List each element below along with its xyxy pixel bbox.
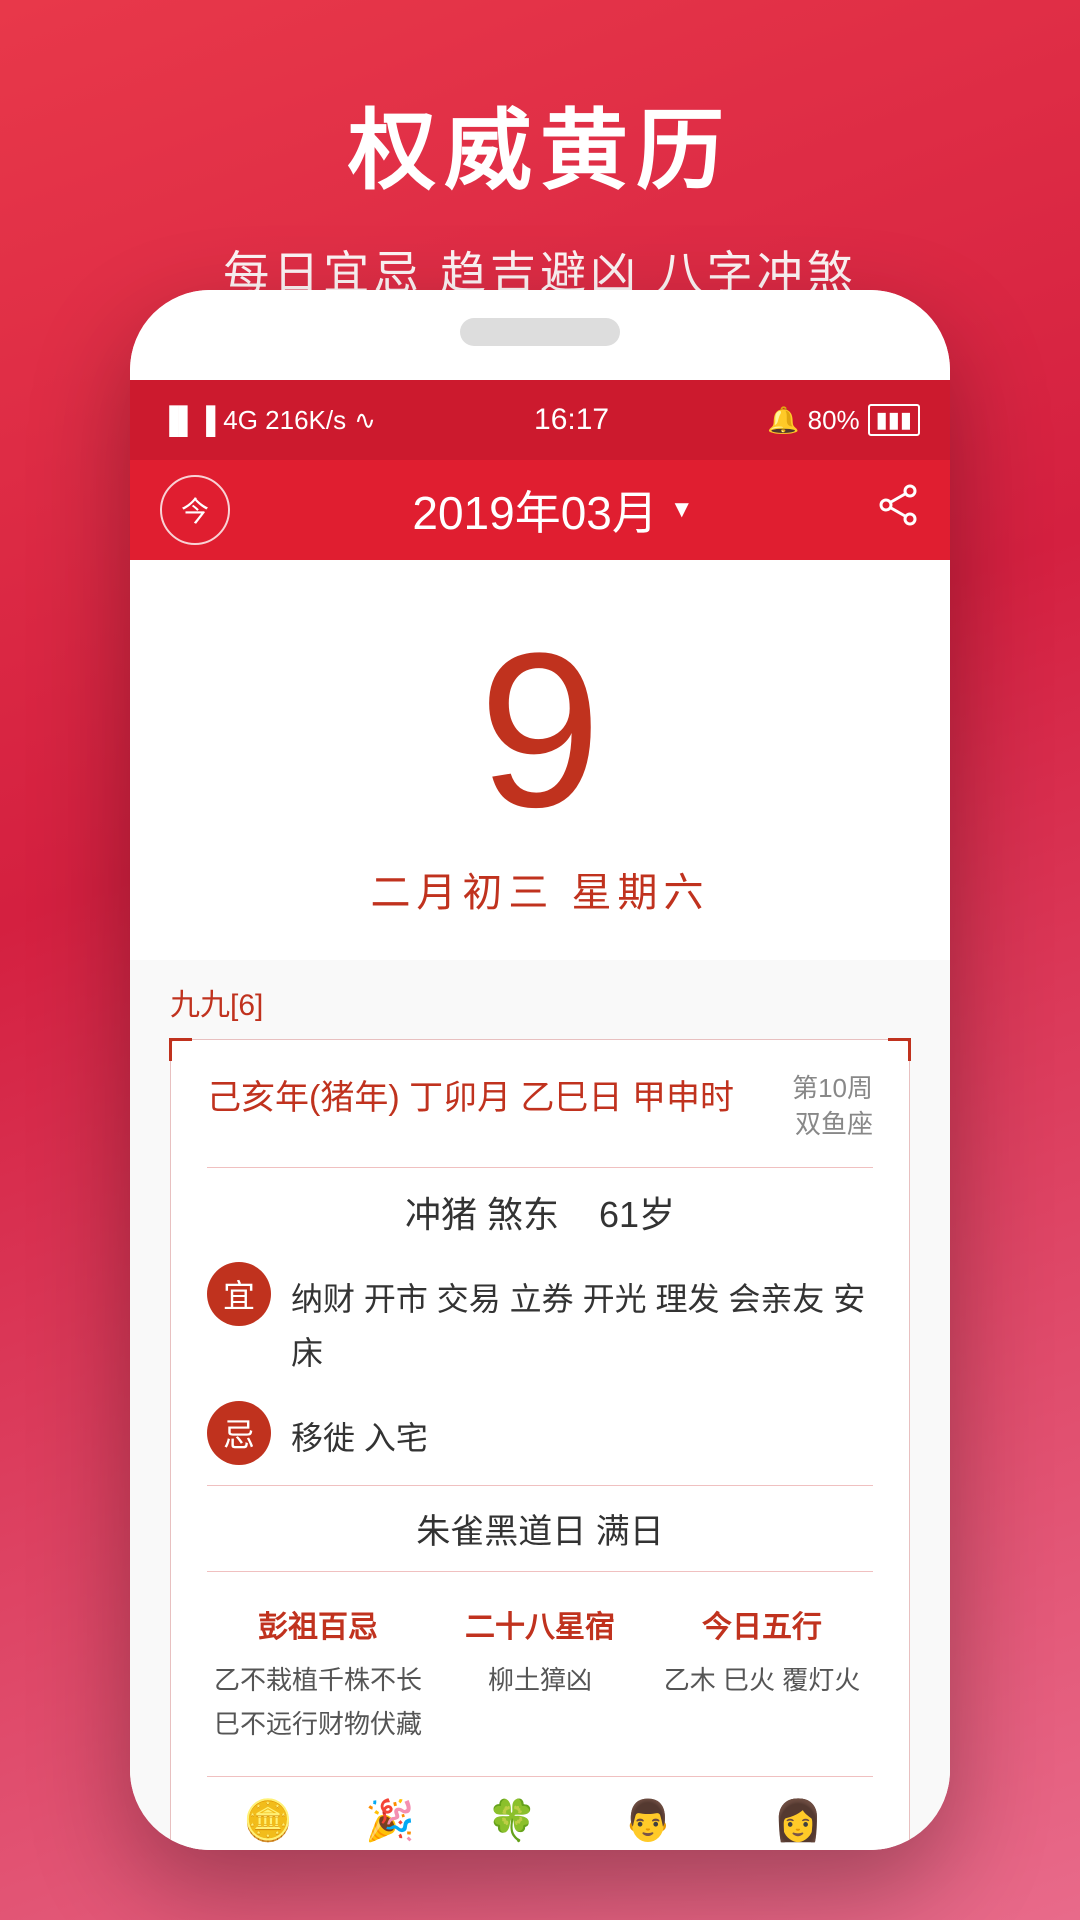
today-button[interactable]: 今 [160,475,230,545]
cai-shen-icon: 🪙 [240,1797,296,1844]
calendar-content: 9 二月初三 星期六 [130,560,950,960]
jiu-jiu-label: 九九[6] [170,980,910,1024]
cai-shen-item: 🪙 财神 [240,1797,296,1850]
divider-2 [207,1485,873,1486]
fu-shen-icon: 🍀 [484,1797,540,1844]
app-header: 权威黄历 每日宜忌 趋吉避凶 八字冲煞 [0,0,1080,303]
peng-zu-line2: 巳不远行财物伏藏 [207,1702,429,1746]
divider-3 [207,1571,873,1572]
yi-content: 纳财 开市 交易 立券 开光 理发 会亲友 安床 [291,1262,873,1381]
lunar-date: 二月初三 星期六 [370,860,709,918]
peng-zu-section: 彭祖百忌 乙不栽植千株不长 巳不远行财物伏藏 [207,1592,429,1756]
twenty-eight-stars-title: 二十八星宿 [429,1602,651,1646]
share-icon [876,483,920,527]
battery-percent: 80% [808,405,860,436]
status-bar: ▐▌▐ 4G 216K/s ∿ 16:17 🔔 80% ▮▮▮ [130,380,950,460]
nv-gui-ren-icon: 👩 [756,1797,840,1844]
wu-xing-section: 今日五行 乙木 巳火 覆灯火 [651,1592,873,1756]
peng-zu-title: 彭祖百忌 [207,1602,429,1646]
today-label: 今 [181,490,209,530]
nv-gui-ren-item: 👩 女贵人 [756,1797,840,1850]
xi-shen-icon: 🎉 [362,1797,418,1844]
xi-shen-item: 🎉 喜神 [362,1797,418,1850]
month-selector[interactable]: 2019年03月 ▼ [412,477,693,543]
ji-content: 移徙 入宅 [291,1401,428,1465]
divider-1 [207,1167,873,1168]
nav-bar: 今 2019年03月 ▼ [130,460,950,560]
special-day: 朱雀黑道日 满日 [207,1504,873,1553]
nan-gui-ren-label: 男贵人 [606,1844,690,1850]
nan-gui-ren-item: 👨 男贵人 [606,1797,690,1850]
nan-gui-ren-icon: 👨 [606,1797,690,1844]
signal-speed: 4G 216K/s [223,405,346,436]
twenty-eight-stars-content: 柳土獐凶 [429,1658,651,1702]
bottom-icons-row: 🪙 财神 🎉 喜神 🍀 福神 👨 男贵人 👩 女贵人 [207,1776,873,1850]
wifi-icon: ∿ [354,405,376,436]
cai-shen-label: 财神 [240,1844,296,1850]
ganzhi-row: 己亥年(猪年) 丁卯月 乙巳日 甲申时 第10周 双鱼座 [207,1070,873,1143]
bottom-info-grid: 彭祖百忌 乙不栽植千株不长 巳不远行财物伏藏 二十八星宿 柳土獐凶 今日五行 乙… [207,1592,873,1756]
detail-section: 九九[6] 己亥年(猪年) 丁卯月 乙巳日 甲申时 第10周 双鱼座 冲猪 煞东… [130,960,950,1850]
zodiac-info: 第10周 双鱼座 [792,1070,873,1143]
zodiac-week: 第10周 [792,1070,873,1106]
phone-frame: ▐▌▐ 4G 216K/s ∿ 16:17 🔔 80% ▮▮▮ 今 2019年0… [130,290,950,1850]
status-time: 16:17 [534,403,609,437]
peng-zu-line1: 乙不栽植千株不长 [207,1658,429,1702]
ji-row: 忌 移徙 入宅 [207,1401,873,1465]
month-title-text: 2019年03月 [412,477,658,543]
battery-icon: ▮▮▮ [868,404,920,436]
age-text: 61岁 [599,1194,675,1235]
day-number: 9 [479,620,601,840]
ji-badge: 忌 [207,1401,271,1465]
signal-icon: ▐▌▐ [160,405,215,436]
xi-shen-label: 喜神 [362,1844,418,1850]
fu-shen-label: 福神 [484,1844,540,1850]
twenty-eight-stars-section: 二十八星宿 柳土獐凶 [429,1592,651,1756]
phone-speaker [460,318,620,346]
share-button[interactable] [876,483,920,537]
fu-shen-item: 🍀 福神 [484,1797,540,1850]
chong-text: 冲猪 煞东 [405,1194,559,1235]
peng-zu-content: 乙不栽植千株不长 巳不远行财物伏藏 [207,1658,429,1746]
detail-card: 己亥年(猪年) 丁卯月 乙巳日 甲申时 第10周 双鱼座 冲猪 煞东 61岁 宜… [170,1039,910,1850]
yi-row: 宜 纳财 开市 交易 立券 开光 理发 会亲友 安床 [207,1262,873,1381]
status-battery-area: 🔔 80% ▮▮▮ [767,404,920,436]
nv-gui-ren-label: 女贵人 [756,1844,840,1850]
wu-xing-content: 乙木 巳火 覆灯火 [651,1658,873,1702]
chevron-down-icon: ▼ [670,496,694,524]
zodiac-sign: 双鱼座 [792,1106,873,1142]
ganzhi-text: 己亥年(猪年) 丁卯月 乙巳日 甲申时 [207,1070,734,1119]
alarm-icon: 🔔 [767,405,799,436]
yi-badge: 宜 [207,1262,271,1326]
wu-xing-title: 今日五行 [651,1602,873,1646]
status-signal: ▐▌▐ 4G 216K/s ∿ [160,405,376,436]
chong-row: 冲猪 煞东 61岁 [207,1186,873,1238]
app-title: 权威黄历 [0,0,1080,207]
